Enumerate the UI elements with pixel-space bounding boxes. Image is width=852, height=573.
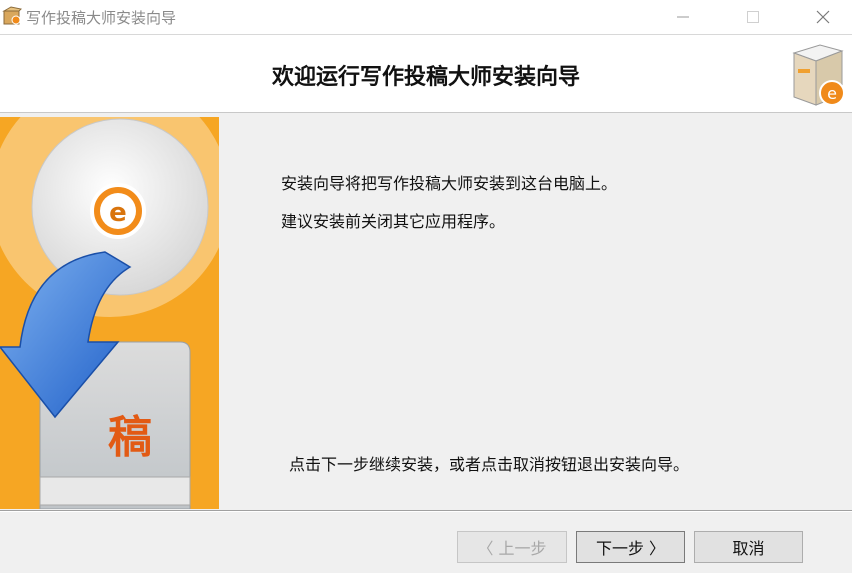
app-icon: [2, 6, 22, 25]
title-bar: 写作投稿大师安装向导: [0, 0, 852, 34]
svg-text:e: e: [109, 198, 127, 228]
next-button[interactable]: 下一步 〉: [576, 531, 685, 563]
minimize-icon: [677, 16, 689, 18]
wizard-content: 安装向导将把写作投稿大师安装到这台电脑上。 建议安装前关闭其它应用程序。 点击下…: [219, 114, 852, 510]
minimize-button[interactable]: [660, 0, 706, 34]
package-icon: e: [792, 44, 845, 106]
page-title: 欢迎运行写作投稿大师安装向导: [271, 65, 580, 90]
close-button[interactable]: [800, 0, 846, 34]
wizard-side-image: e 稿: [0, 117, 219, 509]
footer-divider: [0, 510, 852, 512]
svg-text:e: e: [827, 84, 837, 103]
window-title: 写作投稿大师安装向导: [26, 9, 177, 27]
cancel-button[interactable]: 取消: [694, 531, 803, 563]
maximize-icon: [747, 11, 759, 23]
close-icon: [816, 10, 830, 24]
maximize-button[interactable]: [730, 0, 776, 34]
intro-text: 安装向导将把写作投稿大师安装到这台电脑上。: [281, 174, 618, 193]
wizard-header: 欢迎运行写作投稿大师安装向导 e: [0, 34, 852, 113]
back-button[interactable]: 〈 上一步: [457, 531, 567, 563]
instruction-text: 点击下一步继续安装，或者点击取消按钮退出安装向导。: [289, 455, 690, 474]
advice-text: 建议安装前关闭其它应用程序。: [281, 212, 506, 231]
side-image-glyph: 稿: [108, 412, 152, 463]
